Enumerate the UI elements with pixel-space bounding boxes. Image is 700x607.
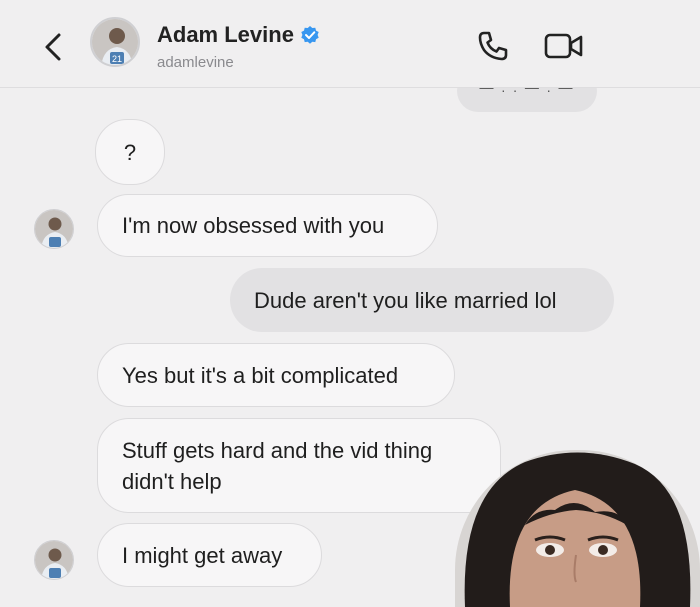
contact-handle: adamlevine	[157, 54, 234, 71]
message-bubble[interactable]: I might get away	[97, 523, 322, 587]
phone-icon[interactable]	[475, 28, 511, 64]
message-bubble-outgoing[interactable]: Dude aren't you like married lol	[230, 268, 614, 332]
message-text: Yes but it's a bit complicated	[122, 362, 399, 388]
video-camera-icon[interactable]	[543, 31, 585, 61]
verified-badge-icon	[300, 25, 320, 45]
svg-text:21: 21	[112, 54, 122, 64]
message-bubble[interactable]: Stuff gets hard and the vid thing didn't…	[97, 418, 501, 513]
contact-name[interactable]: Adam Levine	[157, 22, 294, 48]
message-bubble[interactable]: ?	[95, 119, 165, 185]
message-text: I might get away	[122, 542, 283, 568]
avatar[interactable]: 21	[90, 17, 140, 67]
chat-header: 21 Adam Levine adamlevine	[0, 0, 700, 88]
message-text: Stuff gets hard and the vid thing didn't…	[122, 437, 433, 494]
message-bubble[interactable]: I'm now obsessed with you	[97, 194, 438, 257]
avatar[interactable]	[34, 540, 74, 580]
chevron-left-icon[interactable]	[38, 30, 68, 64]
message-text: I'm now obsessed with you	[122, 213, 385, 238]
avatar[interactable]	[34, 209, 74, 249]
message-text: ?	[123, 139, 137, 165]
contact-name-row[interactable]: Adam Levine	[157, 22, 320, 48]
message-text: Dude aren't you like married lol	[254, 287, 557, 313]
message-bubble[interactable]: Yes but it's a bit complicated	[97, 343, 455, 407]
